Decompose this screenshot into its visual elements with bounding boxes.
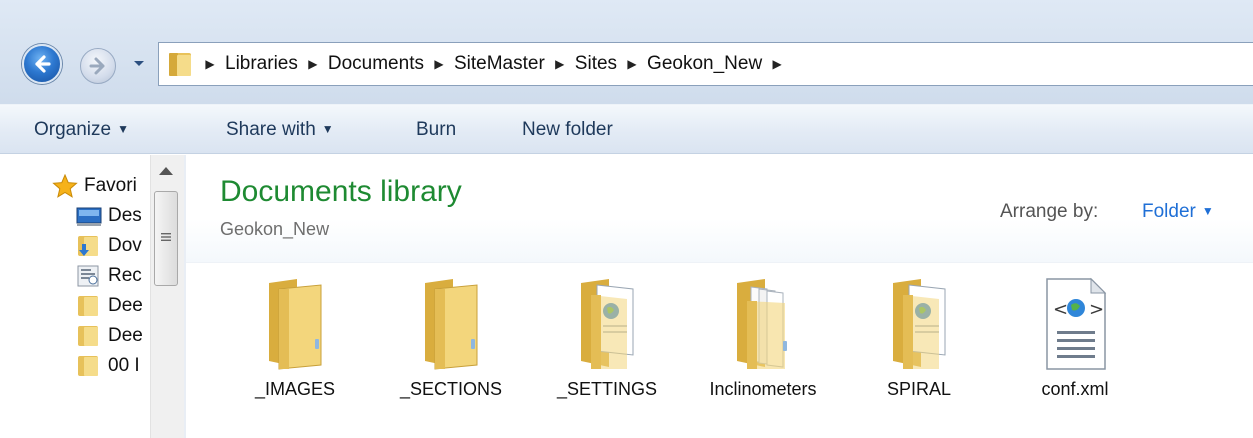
folder-with-files-icon	[737, 279, 787, 369]
folder-icon	[169, 53, 191, 76]
nav-item-label: Dee	[108, 295, 143, 316]
file-name: SPIRAL	[886, 379, 952, 399]
address-bar[interactable]: ▶ Libraries ▶ Documents ▶ SiteMaster ▶ S…	[158, 42, 1253, 86]
navigation-scrollbar[interactable]	[150, 155, 184, 438]
burn-button[interactable]: Burn	[416, 119, 456, 141]
share-with-button[interactable]: Share with ▼	[226, 119, 334, 141]
nav-item-label: Dee	[108, 325, 143, 346]
downloads-icon	[78, 236, 98, 256]
forward-arrow-icon	[89, 57, 105, 75]
breadcrumb-libraries[interactable]: Libraries	[219, 53, 304, 75]
file-name: _SECTIONS	[399, 379, 503, 399]
folder-icon	[78, 356, 98, 376]
nav-item-label: Dov	[108, 235, 142, 256]
chevron-down-icon: ▼	[1201, 204, 1214, 218]
chevron-down-icon: ▼	[117, 122, 129, 136]
share-with-label: Share with	[226, 119, 316, 140]
forward-button[interactable]	[80, 48, 116, 84]
breadcrumb-geokon-new[interactable]: Geokon_New	[641, 53, 768, 75]
file-item[interactable]: _SECTIONS	[376, 275, 526, 401]
chevron-down-icon: ▼	[321, 122, 334, 136]
recent-places-icon	[77, 265, 99, 287]
file-name: conf.xml	[1041, 379, 1109, 399]
nav-item-favorites[interactable]: Favori	[52, 171, 137, 201]
command-bar: Organize ▼ Share with ▼ Burn New folder	[0, 104, 1253, 154]
file-name: _IMAGES	[254, 379, 336, 399]
star-icon	[52, 174, 78, 198]
file-item[interactable]: _SETTINGS	[532, 275, 682, 401]
organize-label: Organize	[34, 119, 112, 140]
scrollbar-thumb[interactable]	[154, 191, 178, 286]
recent-pages-dropdown-icon[interactable]	[128, 52, 150, 74]
folder-with-document-icon	[581, 279, 634, 369]
organize-button[interactable]: Organize ▼	[34, 119, 129, 141]
nav-item-label: Rec	[108, 265, 142, 286]
nav-item-folder[interactable]: Dee	[76, 321, 143, 351]
svg-text:<: <	[1053, 299, 1068, 320]
nav-item-folder[interactable]: Dee	[76, 291, 143, 321]
breadcrumb-sites[interactable]: Sites	[569, 53, 623, 75]
nav-item-downloads[interactable]: Dov	[76, 231, 142, 261]
grip-icon	[161, 233, 171, 241]
arrange-by-value: Folder	[1142, 201, 1196, 222]
library-title: Documents library	[220, 175, 462, 208]
folder-icon	[78, 296, 98, 316]
breadcrumb-separator-icon[interactable]: ▶	[430, 55, 448, 73]
folder-icon	[425, 279, 478, 370]
file-name: _SETTINGS	[556, 379, 658, 399]
breadcrumb-separator-icon[interactable]: ▶	[201, 55, 219, 73]
library-subtitle: Geokon_New	[220, 219, 330, 239]
breadcrumb-documents[interactable]: Documents	[322, 53, 430, 75]
arrange-by-dropdown[interactable]: Folder ▼	[1142, 201, 1214, 223]
library-header: Documents library Geokon_New Arrange by:…	[186, 155, 1253, 263]
file-item[interactable]: _IMAGES	[220, 275, 370, 401]
nav-item-label: Des	[108, 205, 142, 226]
breadcrumb-separator-icon[interactable]: ▶	[304, 55, 322, 73]
back-arrow-icon	[35, 55, 51, 73]
new-folder-label: New folder	[522, 119, 613, 140]
file-name: Inclinometers	[709, 379, 817, 399]
scroll-up-arrow-icon[interactable]	[159, 167, 173, 175]
breadcrumb-separator-icon[interactable]: ▶	[623, 55, 641, 73]
nav-item-label: 00 I	[108, 355, 140, 376]
new-folder-button[interactable]: New folder	[522, 119, 613, 141]
folder-with-document-icon	[893, 279, 946, 369]
file-item[interactable]: SPIRAL	[844, 275, 994, 401]
breadcrumb-sitemaster[interactable]: SiteMaster	[448, 53, 551, 75]
breadcrumb-separator-icon[interactable]: ▶	[768, 55, 786, 73]
xml-file-icon: < >	[1046, 277, 1107, 370]
file-item[interactable]: Inclinometers	[688, 275, 838, 401]
file-item[interactable]: < > conf.xml	[1000, 275, 1150, 401]
folder-icon	[78, 326, 98, 346]
desktop-icon	[76, 207, 102, 226]
content-pane: Documents library Geokon_New Arrange by:…	[186, 155, 1253, 438]
nav-item-folder[interactable]: 00 I	[76, 351, 140, 381]
nav-item-recent-places[interactable]: Rec	[76, 261, 142, 291]
navigation-tree: Favori Des Dov Rec Dee Dee 00 I	[0, 155, 150, 438]
arrange-by-label: Arrange by:	[1000, 201, 1099, 222]
nav-item-desktop[interactable]: Des	[76, 201, 142, 231]
svg-text:>: >	[1089, 299, 1104, 320]
burn-label: Burn	[416, 119, 457, 140]
folder-icon	[269, 279, 322, 370]
back-button[interactable]	[22, 44, 62, 84]
breadcrumb-separator-icon[interactable]: ▶	[551, 55, 569, 73]
nav-item-label: Favori	[84, 175, 137, 196]
